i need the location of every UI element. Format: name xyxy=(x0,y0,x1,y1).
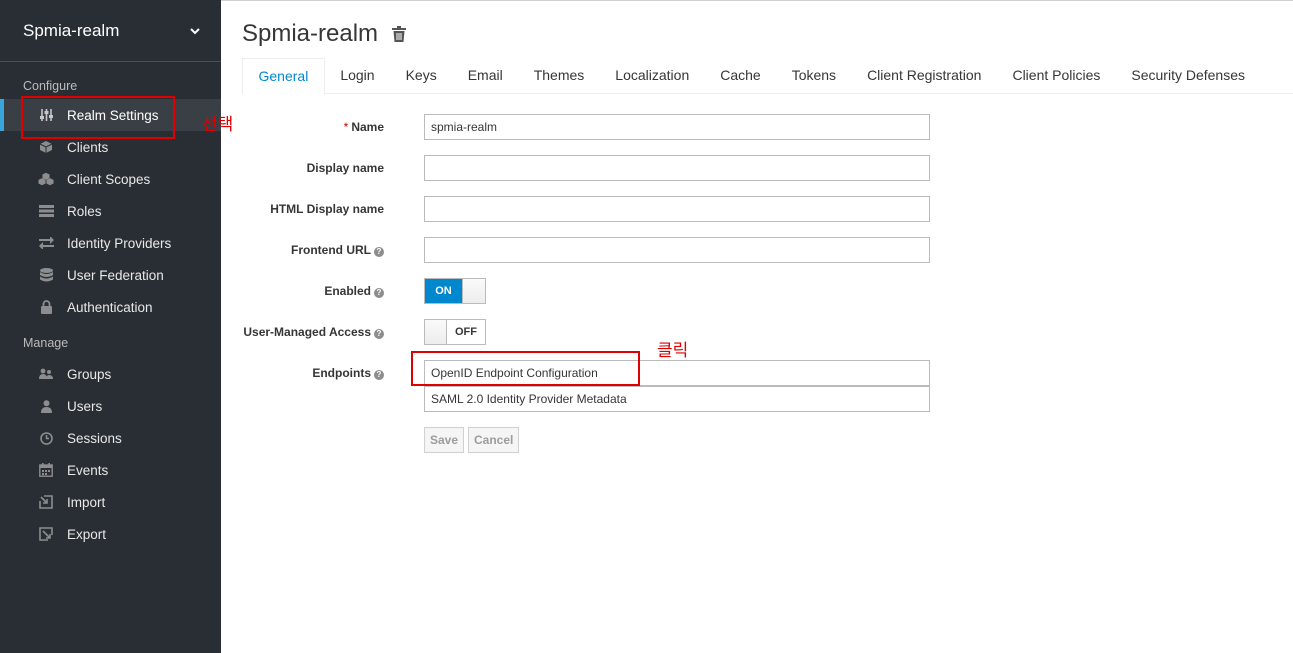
chevron-down-icon xyxy=(190,27,200,34)
enabled-row: Enabled? ON xyxy=(221,278,1293,304)
tab-email[interactable]: Email xyxy=(452,58,518,94)
user-managed-access-toggle-state: OFF xyxy=(455,326,477,338)
sidebar-item-import[interactable]: Import xyxy=(0,486,221,518)
list-icon xyxy=(38,204,54,218)
tab-localization[interactable]: Localization xyxy=(600,58,705,94)
toggle-knob xyxy=(425,320,447,344)
enabled-label-wrap: Enabled? xyxy=(324,278,384,304)
sidebar-item-users[interactable]: Users xyxy=(0,390,221,422)
name-label: Name xyxy=(351,120,384,134)
users-icon xyxy=(38,367,54,381)
trash-icon[interactable] xyxy=(392,26,407,42)
html-display-name-label: HTML Display name xyxy=(270,202,384,216)
annotation-click-text: 클릭 xyxy=(657,341,689,361)
realm-selector[interactable]: Spmia-realm xyxy=(0,0,221,62)
user-icon xyxy=(38,399,54,413)
page-title-wrap: Spmia-realm xyxy=(242,20,407,48)
form-actions: Save Cancel xyxy=(221,427,1293,453)
annotation-select-text: 선택 xyxy=(202,115,234,135)
tab-login[interactable]: Login xyxy=(325,58,390,94)
enabled-label: Enabled xyxy=(324,284,371,298)
annotation-highlight-realm-settings xyxy=(21,96,175,139)
help-icon[interactable]: ? xyxy=(374,247,384,257)
database-icon xyxy=(38,268,54,282)
saml-metadata-link[interactable]: SAML 2.0 Identity Provider Metadata xyxy=(424,386,930,412)
cancel-button[interactable]: Cancel xyxy=(468,427,520,453)
sidebar-item-label: Import xyxy=(67,494,106,510)
sidebar-item-groups[interactable]: Groups xyxy=(0,358,221,390)
help-icon[interactable]: ? xyxy=(374,288,384,298)
export-icon xyxy=(38,527,54,541)
sidebar-item-label: User Federation xyxy=(67,267,164,283)
sidebar-item-sessions[interactable]: Sessions xyxy=(0,422,221,454)
tab-client-policies[interactable]: Client Policies xyxy=(997,58,1116,94)
clock-icon xyxy=(38,431,54,445)
tab-themes[interactable]: Themes xyxy=(518,58,600,94)
endpoints-label: Endpoints xyxy=(312,366,371,380)
sidebar-item-label: Clients xyxy=(67,139,109,155)
display-name-label: Display name xyxy=(306,161,384,175)
tab-general[interactable]: General xyxy=(242,58,325,95)
help-icon[interactable]: ? xyxy=(374,329,384,339)
tab-security-defenses[interactable]: Security Defenses xyxy=(1116,58,1261,94)
endpoints-row: Endpoints? OpenID Endpoint Configuration… xyxy=(221,360,1293,412)
sidebar-item-client-scopes[interactable]: Client Scopes xyxy=(0,163,221,195)
enabled-toggle[interactable]: ON xyxy=(424,278,486,304)
tab-bar: General Login Keys Email Themes Localiza… xyxy=(242,58,1293,95)
sidebar-item-authentication[interactable]: Authentication xyxy=(0,291,221,323)
enabled-toggle-state: ON xyxy=(425,279,462,303)
user-managed-access-row: User-Managed Access? OFF xyxy=(221,319,1293,345)
annotation-highlight-openid xyxy=(411,351,640,386)
sidebar-item-user-federation[interactable]: User Federation xyxy=(0,259,221,291)
realm-selector-name: Spmia-realm xyxy=(23,20,120,40)
cubes-icon xyxy=(38,172,54,186)
import-icon xyxy=(38,495,54,509)
tab-keys[interactable]: Keys xyxy=(390,58,452,94)
tab-client-registration[interactable]: Client Registration xyxy=(852,58,997,94)
user-managed-access-label-wrap: User-Managed Access? xyxy=(243,319,384,345)
sidebar-item-label: Roles xyxy=(67,203,102,219)
sidebar-item-label: Authentication xyxy=(67,299,153,315)
name-input[interactable] xyxy=(424,114,930,140)
help-icon[interactable]: ? xyxy=(374,370,384,380)
html-display-name-row: HTML Display name xyxy=(221,196,1293,222)
sidebar-item-label: Client Scopes xyxy=(67,171,151,187)
sidebar-item-label: Sessions xyxy=(67,430,122,446)
manage-heading: Manage xyxy=(23,336,69,350)
frontend-url-label-wrap: Frontend URL? xyxy=(291,237,384,263)
user-managed-access-toggle[interactable]: OFF xyxy=(424,319,486,345)
main-content: Spmia-realm General Login Keys Email The… xyxy=(221,0,1293,653)
sidebar-item-events[interactable]: Events xyxy=(0,454,221,486)
toggle-knob xyxy=(462,279,485,303)
name-label-wrap: * Name xyxy=(344,114,384,140)
name-row: * Name xyxy=(221,114,1293,140)
sidebar-item-label: Events xyxy=(67,462,109,478)
endpoints-label-wrap: Endpoints? xyxy=(312,360,384,386)
sidebar-item-label: Export xyxy=(67,526,107,542)
frontend-url-input[interactable] xyxy=(424,237,930,263)
display-name-input[interactable] xyxy=(424,155,930,181)
frontend-url-label: Frontend URL xyxy=(291,243,371,257)
user-managed-access-label: User-Managed Access xyxy=(243,325,371,339)
page-title: Spmia-realm xyxy=(242,20,379,47)
sidebar-item-label: Users xyxy=(67,398,103,414)
cube-icon xyxy=(38,140,54,154)
sidebar-item-label: Groups xyxy=(67,366,112,382)
frontend-url-row: Frontend URL? xyxy=(221,237,1293,263)
display-name-row: Display name xyxy=(221,155,1293,181)
calendar-icon xyxy=(38,463,54,477)
sidebar-item-label: Identity Providers xyxy=(67,235,172,251)
save-button[interactable]: Save xyxy=(424,427,465,453)
sidebar-item-export[interactable]: Export xyxy=(0,518,221,550)
exchange-icon xyxy=(38,236,54,250)
html-display-name-input[interactable] xyxy=(424,196,930,222)
lock-icon xyxy=(38,300,54,314)
tab-tokens[interactable]: Tokens xyxy=(776,58,851,94)
sidebar-item-identity-providers[interactable]: Identity Providers xyxy=(0,227,221,259)
sidebar-item-roles[interactable]: Roles xyxy=(0,195,221,227)
required-mark: * xyxy=(343,120,349,134)
tab-cache[interactable]: Cache xyxy=(705,58,776,94)
